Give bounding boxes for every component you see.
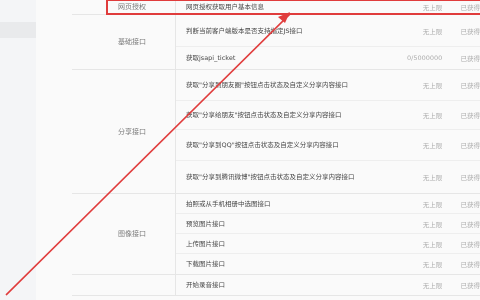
table-row: 获取"分享到QQ"按钮点击状态及自定义分享内容接口 无上限 已获得 <box>176 130 480 161</box>
api-group: 开始录音接口 无上限 已获得 <box>72 275 480 296</box>
api-status: 已获得 <box>460 220 480 229</box>
group-rows: 判断当前客户端版本是否支持指定JS接口 无上限 已获得 获取jsapi_ticket 0… <box>176 15 480 69</box>
api-name: 获取"分享到腾讯微博"按钮点击状态及自定义分享内容接口 <box>186 173 355 181</box>
api-quota: 无上限 <box>422 261 443 269</box>
api-status: 已获得 <box>460 27 480 36</box>
api-name: 拍照或从手机相册中选图接口 <box>186 199 271 208</box>
group-label: 分享接口 <box>72 70 176 193</box>
table-row: 拍照或从手机相册中选图接口 无上限 已获得 <box>176 194 480 214</box>
api-group: 图像接口 拍照或从手机相册中选图接口 无上限 已获得 预览图片接口 无上限 已获得 上传图片接… <box>72 194 480 275</box>
api-quota: 无上限 <box>422 282 443 290</box>
group-rows: 开始录音接口 无上限 已获得 <box>176 275 480 295</box>
api-permission-table: 网页授权 网页授权获取用户基本信息 无上限 已获得 基础接口 判断当前客户端版本是否支持指… <box>72 0 480 296</box>
group-label <box>72 275 176 295</box>
sidebar-item[interactable] <box>0 22 36 38</box>
table-row: 开始录音接口 无上限 已获得 <box>176 275 480 295</box>
api-name: 判断当前客户端版本是否支持指定JS接口 <box>186 26 303 35</box>
api-name: 网页授权获取用户基本信息 <box>186 3 264 11</box>
table-row: 获取"分享到朋友圈"按钮点击状态及自定义分享内容接口 无上限 已获得 <box>176 70 480 101</box>
api-name: 获取"分享到朋友圈"按钮点击状态及自定义分享内容接口 <box>186 81 348 89</box>
api-status: 已获得 <box>460 55 480 63</box>
api-quota: 0/5000000 <box>407 54 443 62</box>
api-name: 开始录音接口 <box>186 281 225 289</box>
table-row: 获取jsapi_ticket 0/5000000 已获得 <box>176 47 480 69</box>
api-status: 已获得 <box>460 112 480 120</box>
api-name: 上传图片接口 <box>186 239 225 248</box>
api-quota: 无上限 <box>422 174 443 182</box>
api-status: 已获得 <box>460 142 480 150</box>
table-row: 获取"分享到腾讯微博"按钮点击状态及自定义分享内容接口 无上限 已获得 <box>176 161 480 193</box>
table-row: 判断当前客户端版本是否支持指定JS接口 无上限 已获得 <box>176 15 480 47</box>
api-quota: 无上限 <box>422 112 443 120</box>
group-rows: 网页授权获取用户基本信息 无上限 已获得 <box>176 0 480 14</box>
api-status: 已获得 <box>460 200 480 209</box>
api-quota: 无上限 <box>422 200 443 209</box>
api-name: 预览图片接口 <box>186 219 225 228</box>
api-name: 获取jsapi_ticket <box>186 54 236 62</box>
api-name: 获取"分享给朋友"按钮点击状态及自定义分享内容接口 <box>186 111 342 119</box>
table-row: 上传图片接口 无上限 已获得 <box>176 234 480 254</box>
api-status: 已获得 <box>460 82 480 90</box>
api-group: 分享接口 获取"分享到朋友圈"按钮点击状态及自定义分享内容接口 无上限 已获得 获取"分… <box>72 70 480 194</box>
api-status: 已获得 <box>460 261 480 269</box>
api-status: 已获得 <box>460 240 480 249</box>
api-status: 已获得 <box>460 4 480 12</box>
table-row: 预览图片接口 无上限 已获得 <box>176 214 480 234</box>
api-group: 基础接口 判断当前客户端版本是否支持指定JS接口 无上限 已获得 获取jsapi_tic… <box>72 15 480 70</box>
api-group: 网页授权 网页授权获取用户基本信息 无上限 已获得 <box>72 0 480 15</box>
api-status: 已获得 <box>460 174 480 182</box>
group-label: 网页授权 <box>72 0 176 14</box>
group-label: 基础接口 <box>72 15 176 69</box>
api-quota: 无上限 <box>422 142 443 150</box>
api-status: 已获得 <box>460 282 480 290</box>
table-row: 下载图片接口 无上限 已获得 <box>176 254 480 274</box>
api-quota: 无上限 <box>422 27 443 36</box>
group-rows: 获取"分享到朋友圈"按钮点击状态及自定义分享内容接口 无上限 已获得 获取"分享给朋友… <box>176 70 480 193</box>
api-quota: 无上限 <box>422 82 443 90</box>
group-rows: 拍照或从手机相册中选图接口 无上限 已获得 预览图片接口 无上限 已获得 上传图片接口 无上限… <box>176 194 480 274</box>
group-label: 图像接口 <box>72 194 176 274</box>
api-name: 获取"分享到QQ"按钮点击状态及自定义分享内容接口 <box>186 141 339 149</box>
table-row: 网页授权获取用户基本信息 无上限 已获得 <box>176 0 480 14</box>
api-quota: 无上限 <box>422 4 443 12</box>
api-name: 下载图片接口 <box>186 260 225 268</box>
table-row: 获取"分享给朋友"按钮点击状态及自定义分享内容接口 无上限 已获得 <box>176 101 480 130</box>
api-quota: 无上限 <box>422 220 443 229</box>
left-sidebar <box>0 0 37 300</box>
api-quota: 无上限 <box>422 240 443 249</box>
